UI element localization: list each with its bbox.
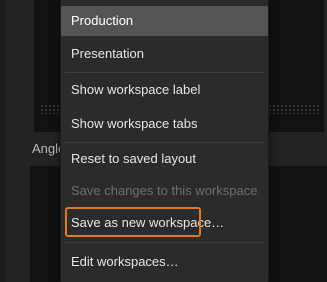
workspace-menu: Production Presentation Show workspace l… [60, 0, 269, 282]
menu-item-edit-workspaces[interactable]: Edit workspaces… [61, 247, 268, 277]
menu-separator [65, 72, 264, 73]
menu-item-save-changes: Save changes to this workspace [71, 183, 258, 198]
menu-item-show-workspace-tabs[interactable]: Show workspace tabs [61, 109, 268, 139]
background-left-strip [0, 0, 6, 282]
menu-item-presentation[interactable]: Presentation [61, 39, 268, 69]
menu-item-show-workspace-label[interactable]: Show workspace label [61, 75, 268, 105]
menu-separator [65, 142, 264, 143]
menu-separator [65, 242, 264, 243]
menu-item-reset-to-saved-layout[interactable]: Reset to saved layout [61, 144, 268, 174]
menu-item-production[interactable]: Production [61, 6, 268, 36]
highlight-outline [65, 207, 201, 237]
